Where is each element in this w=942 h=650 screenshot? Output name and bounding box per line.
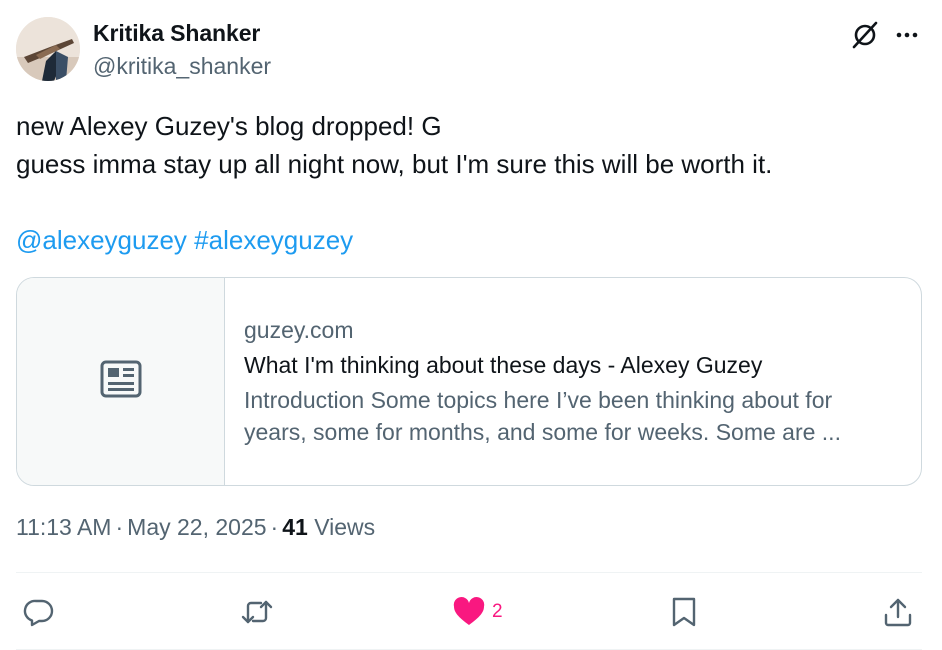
author-handle[interactable]: @kritika_shanker — [93, 53, 271, 80]
share-button[interactable] — [883, 596, 913, 628]
views-count: 41 — [282, 514, 308, 540]
bookmark-button[interactable] — [670, 596, 698, 628]
reply-button[interactable] — [23, 596, 55, 628]
retweet-icon — [240, 596, 274, 628]
like-button[interactable]: 2 — [452, 596, 503, 628]
tweet-date[interactable]: May 22, 2025 — [127, 514, 266, 540]
mention-link[interactable]: @alexeyguzey — [16, 225, 187, 255]
tweet-line-2: guess imma stay up all night now, but I'… — [16, 149, 773, 179]
meta-separator: · — [270, 514, 279, 540]
retweet-button[interactable] — [240, 596, 274, 628]
divider — [16, 572, 922, 573]
author-name[interactable]: Kritika Shanker — [93, 20, 260, 47]
card-description: Introduction Some topics here I’ve been … — [244, 387, 841, 445]
card-body: guzey.com What I'm thinking about these … — [225, 278, 921, 485]
card-thumbnail — [17, 278, 225, 485]
hashtag-link[interactable]: #alexeyguzey — [194, 225, 353, 255]
more-icon[interactable] — [892, 20, 922, 50]
share-icon — [883, 596, 913, 628]
views-label: Views — [314, 514, 376, 540]
like-count: 2 — [492, 601, 503, 622]
tweet-line-1: new Alexey Guzey's blog dropped! G — [16, 111, 442, 141]
tweet-time[interactable]: 11:13 AM — [16, 514, 111, 540]
bookmark-icon — [670, 596, 698, 628]
newspaper-icon — [100, 360, 142, 403]
tweet-text: new Alexey Guzey's blog dropped! G guess… — [16, 107, 916, 259]
link-card[interactable]: guzey.com What I'm thinking about these … — [16, 277, 922, 486]
card-title: What I'm thinking about these days - Ale… — [244, 352, 763, 378]
avatar[interactable] — [16, 17, 80, 81]
heart-icon — [452, 596, 486, 628]
reply-icon — [23, 596, 55, 628]
card-domain: guzey.com — [244, 317, 354, 343]
grok-icon[interactable] — [850, 20, 880, 50]
tweet-meta: 11:13 AM · May 22, 2025 · 41 Views — [16, 514, 375, 541]
tweet-tags: @alexeyguzey #alexeyguzey — [16, 221, 916, 259]
meta-separator: · — [115, 514, 124, 540]
